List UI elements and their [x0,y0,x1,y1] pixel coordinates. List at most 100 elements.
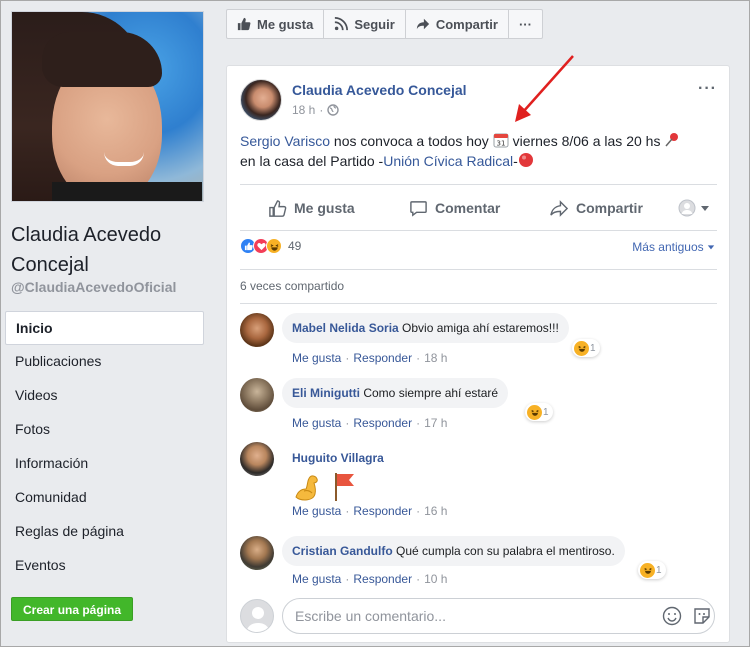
nav-item-reglas[interactable]: Reglas de página [5,515,204,549]
comment-time[interactable]: 10 h [424,572,447,586]
nav-item-eventos[interactable]: Eventos [5,549,204,583]
comment-reactions[interactable]: 1 [525,403,553,421]
commenter-avatar[interactable] [240,536,274,570]
post-actions: Me gusta Comentar Compartir [240,190,717,226]
caret-down-icon [707,245,715,250]
comment-time[interactable]: 18 h [424,351,447,365]
haha-reaction-icon [527,404,542,420]
commenter-avatar[interactable] [240,313,274,347]
comment-reaction-count: 1 [656,564,662,576]
nav-item-inicio[interactable]: Inicio [5,311,204,345]
follow-label: Seguir [354,16,395,32]
comment-time[interactable]: 16 h [424,504,447,518]
comment-emoji-row [292,471,358,503]
post-text: Sergio Varisco nos convoca a todos hoy 3… [240,131,720,171]
comment-meta: Me gusta · Responder · 10 h [292,572,448,586]
share-arrow-icon [550,199,569,217]
annotation-arrow [515,55,574,122]
page-more-button[interactable]: ··· [509,10,542,38]
red-flag-emoji [335,473,354,501]
comment-text: Qué cumpla con su palabra el mentiroso. [396,544,615,558]
comment-text: Obvio amiga ahí estaremos!!! [402,321,559,335]
emoji-icon[interactable] [662,606,682,626]
comment-reactions[interactable]: 1 [572,339,600,357]
haha-reaction-icon [640,562,655,578]
comment-like-link[interactable]: Me gusta [292,351,341,365]
globe-icon [327,104,340,116]
divider [240,303,717,304]
commenter-avatar[interactable] [240,378,274,412]
comment-reactions[interactable]: 1 [638,561,666,579]
rss-icon [335,17,349,31]
page-handle[interactable]: @ClaudiaAcevedoOficial [11,279,176,295]
svg-text:31: 31 [496,140,505,148]
nav-item-videos[interactable]: Videos [5,379,204,413]
post-options-button[interactable]: ··· [698,80,717,98]
page-action-bar: Me gusta Seguir Compartir ··· [226,9,543,39]
comment-reply-link[interactable]: Responder [353,504,412,518]
sort-label: Más antiguos [632,240,704,254]
profile-picture[interactable] [11,11,204,202]
divider [240,269,717,270]
page-nav: Inicio Publicaciones Videos Fotos Inform… [5,311,204,583]
sort-comments-button[interactable]: Más antiguos [632,240,715,254]
post-share-label: Compartir [576,200,643,216]
comment-reply-link[interactable]: Responder [353,416,412,430]
comment-reply-link[interactable]: Responder [353,351,412,365]
post-comment-button[interactable]: Comentar [409,199,500,218]
post-card: Claudia Acevedo Concejal 18 h · ··· Serg… [226,55,730,643]
nav-item-fotos[interactable]: Fotos [5,413,204,447]
comment-meta: Me gusta · Responder · 17 h [292,416,448,430]
commenter-name[interactable]: Cristian Gandulfo [292,544,393,558]
divider [240,184,717,185]
nav-item-informacion[interactable]: Información [5,447,204,481]
reaction-summary[interactable]: 49 [240,238,301,254]
commenter-name[interactable]: Huguito Villagra [292,451,384,465]
post-author[interactable]: Claudia Acevedo Concejal [292,82,467,98]
composer-icons [662,606,712,626]
comment-like-link[interactable]: Me gusta [292,572,341,586]
commenter-avatar[interactable] [240,442,274,476]
muscle-emoji [295,475,318,501]
page-like-button[interactable]: Me gusta [227,10,325,38]
commenter-name[interactable]: Eli Minigutti [292,386,360,400]
thumbs-up-icon [237,17,251,31]
current-user-avatar [240,599,274,633]
post-like-label: Me gusta [294,200,355,216]
author-avatar[interactable] [240,79,282,121]
comment-like-link[interactable]: Me gusta [292,504,341,518]
comment-meta: Me gusta · Responder · 16 h [292,504,448,518]
haha-reaction-icon [574,340,589,356]
haha-reaction-icon [266,238,282,254]
page-like-label: Me gusta [257,16,314,32]
comment-bubble: Cristian Gandulfo Qué cumpla con su pala… [282,536,625,566]
post-time[interactable]: 18 h [292,103,315,117]
shares-count-link[interactable]: 6 veces compartido [240,279,344,293]
user-avatar-icon [678,199,696,217]
comment-input[interactable]: Escribe un comentario... [282,598,715,634]
nav-item-publicaciones[interactable]: Publicaciones [5,345,204,379]
post-like-button[interactable]: Me gusta [268,199,355,218]
comment-like-link[interactable]: Me gusta [292,416,341,430]
post-share-button[interactable]: Compartir [550,199,643,218]
comment-bubble: Eli Minigutti Como siempre ahí estaré [282,378,509,408]
comment-reaction-count: 1 [543,406,549,418]
comment-reaction-count: 1 [590,342,596,354]
comment-time[interactable]: 17 h [424,416,447,430]
commenter-name[interactable]: Mabel Nelida Soria [292,321,399,335]
follow-button[interactable]: Seguir [324,10,406,38]
page-share-button[interactable]: Compartir [406,10,509,38]
party-link[interactable]: Unión Cívica Radical [383,153,513,169]
red-circle-icon [518,153,533,167]
comment-icon [410,200,427,217]
create-page-button[interactable]: Crear una página [11,597,134,621]
pushpin-icon [665,133,679,147]
comment-as-selector[interactable] [678,199,710,217]
mention-link[interactable]: Sergio Varisco [240,133,330,149]
nav-item-comunidad[interactable]: Comunidad [5,481,204,515]
post-comment-label: Comentar [435,200,501,216]
share-arrow-icon [416,18,429,30]
sticker-icon[interactable] [692,606,712,626]
comment-reply-link[interactable]: Responder [353,572,412,586]
reaction-count: 49 [288,239,302,253]
